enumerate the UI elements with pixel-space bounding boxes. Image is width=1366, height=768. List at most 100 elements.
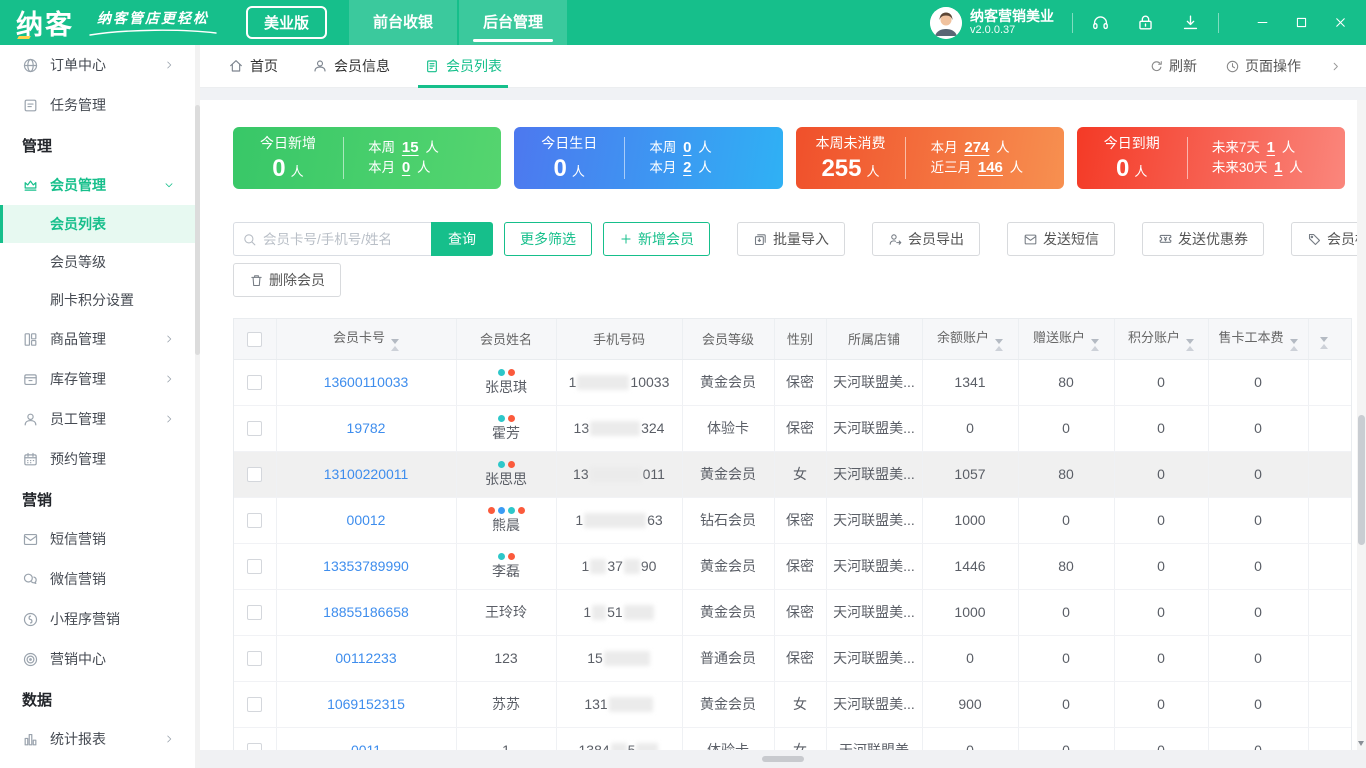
column-header-gift[interactable]: 赠送账户 — [1018, 319, 1115, 360]
column-header-points[interactable]: 积分账户 — [1114, 319, 1209, 360]
sidebar-item-staff-management[interactable]: 员工管理 — [0, 399, 200, 439]
sidebar-item-sms-marketing[interactable]: 短信营销 — [0, 519, 200, 559]
row-checkbox[interactable] — [247, 697, 263, 713]
headset-icon[interactable] — [1091, 13, 1110, 32]
sort-toggle[interactable] — [1319, 337, 1328, 350]
vertical-scrollbar-thumb[interactable] — [1358, 415, 1365, 545]
sidebar-item-inventory-management[interactable]: 库存管理 — [0, 359, 200, 399]
row-checkbox[interactable] — [247, 513, 263, 529]
member-card-link[interactable]: 1069152315 — [327, 696, 405, 712]
account-info[interactable]: 纳客营销美业 v2.0.0.37 — [930, 6, 1054, 39]
stat-card-new-today[interactable]: 今日新增 0 人本周 15 人本月 0 人 — [233, 127, 502, 189]
sidebar-item-member-management[interactable]: 会员管理 — [0, 165, 200, 205]
sidebar-item-miniprogram-marketing[interactable]: 小程序营销 — [0, 599, 200, 639]
sidebar-item-task-management[interactable]: 任务管理 — [0, 85, 200, 125]
minimize-button[interactable] — [1255, 15, 1270, 30]
member-name-block: 王玲玲 — [457, 600, 556, 625]
search-box: 查询 — [233, 222, 493, 256]
sidebar-scrollbar[interactable] — [195, 45, 200, 768]
member-tag-button[interactable]: 会员标签 — [1291, 222, 1366, 256]
delete-member-button[interactable]: 删除会员 — [233, 263, 341, 297]
more-filter-button[interactable]: 更多筛选 — [504, 222, 592, 256]
cell-balance: 1341 — [922, 359, 1019, 406]
member-card-link[interactable]: 00112233 — [335, 650, 396, 666]
stat-card-birthday-today[interactable]: 今日生日 0 人本周 0 人本月 2 人 — [514, 127, 783, 189]
download-icon[interactable] — [1181, 13, 1200, 32]
sidebar-scrollbar-thumb[interactable] — [195, 105, 200, 355]
sidebar-section-section-management: 管理 — [22, 137, 53, 155]
vertical-scrollbar[interactable] — [1357, 100, 1366, 750]
sidebar-item-appointment-management[interactable]: 预约管理 — [0, 439, 200, 479]
refresh-button[interactable]: 刷新 — [1149, 56, 1197, 76]
member-name-block: 1 — [457, 738, 556, 751]
row-checkbox[interactable] — [247, 375, 263, 391]
member-card-link[interactable]: 00012 — [347, 512, 386, 528]
sort-toggle[interactable] — [1289, 338, 1298, 351]
sort-toggle[interactable] — [1091, 338, 1099, 351]
sidebar-item-product-management[interactable]: 商品管理 — [0, 319, 200, 359]
send-coupon-button[interactable]: 发送优惠券 — [1142, 222, 1264, 256]
edition-badge[interactable]: 美业版 — [246, 6, 328, 39]
add-member-button[interactable]: 新增会员 — [603, 222, 710, 256]
cell-fee: 0 — [1208, 497, 1309, 544]
member-card-link[interactable]: 13353789990 — [323, 558, 409, 574]
search-input[interactable] — [263, 231, 423, 247]
home-icon — [228, 58, 244, 74]
sort-toggle[interactable] — [995, 338, 1003, 351]
sidebar-subitem-member-list[interactable]: 会员列表 — [0, 205, 200, 243]
member-card-link[interactable]: 13600110033 — [324, 374, 409, 390]
sort-desc-arrow — [391, 338, 399, 344]
member-export-button[interactable]: 会员导出 — [872, 222, 980, 256]
cell-fee: 0 — [1208, 727, 1309, 750]
column-header-fee[interactable]: 售卡工本费 — [1208, 319, 1309, 360]
tab-member-list[interactable]: 会员列表 — [418, 45, 508, 88]
titlebar-icons — [1091, 13, 1200, 32]
member-card-link[interactable]: 0011 — [351, 742, 381, 750]
sort-toggle[interactable] — [1186, 338, 1194, 351]
column-header-balance[interactable]: 余额账户 — [922, 319, 1019, 360]
stat-metric: 未来7天 1 人 — [1211, 139, 1296, 156]
lock-icon[interactable] — [1136, 13, 1155, 32]
row-checkbox-cell — [234, 543, 277, 590]
batch-import-button[interactable]: 批量导入 — [737, 222, 845, 256]
maximize-button[interactable] — [1294, 15, 1309, 30]
row-checkbox-cell — [234, 451, 277, 498]
sort-toggle[interactable] — [391, 338, 399, 351]
tab-home[interactable]: 首页 — [228, 45, 278, 88]
member-card-link[interactable]: 13100220011 — [324, 466, 409, 482]
member-name-block: 霍芳 — [457, 411, 556, 446]
nav-tab-front-cashier[interactable]: 前台收银 — [349, 0, 458, 45]
phone-privacy-mask — [590, 559, 607, 575]
stat-card-expire-today[interactable]: 今日到期 0 人未来7天 1 人未来30天 1 人 — [1076, 127, 1345, 189]
row-checkbox[interactable] — [247, 605, 263, 621]
horizontal-scrollbar-thumb[interactable] — [762, 756, 804, 762]
sidebar-item-order-center[interactable]: 订单中心 — [0, 45, 200, 85]
chev-right-icon — [163, 733, 175, 745]
search-button[interactable]: 查询 — [431, 222, 493, 256]
column-header-name: 会员姓名 — [456, 319, 557, 360]
cell-card-number: 19782 — [276, 405, 457, 452]
row-checkbox[interactable] — [247, 743, 263, 750]
sidebar-item-statistics-reports[interactable]: 统计报表 — [0, 719, 200, 759]
page-actions-button[interactable]: 页面操作 — [1225, 56, 1301, 76]
sidebar-item-marketing-center[interactable]: 营销中心 — [0, 639, 200, 679]
sidebar-item-wechat-marketing[interactable]: 微信营销 — [0, 559, 200, 599]
stat-card-no-consume-week[interactable]: 本周未消费 255 人 本月 274 人近三月 146 人 — [795, 127, 1064, 189]
tab-member-info[interactable]: 会员信息 — [312, 45, 390, 88]
select-all-checkbox[interactable] — [247, 331, 263, 347]
column-header-card[interactable]: 会员卡号 — [276, 319, 457, 360]
miniprogram-icon — [22, 611, 39, 628]
member-card-link[interactable]: 19782 — [347, 420, 386, 436]
row-checkbox[interactable] — [247, 467, 263, 483]
nav-tab-backend-manage[interactable]: 后台管理 — [459, 0, 568, 45]
row-checkbox[interactable] — [247, 651, 263, 667]
sidebar-subitem-member-level[interactable]: 会员等级 — [0, 243, 200, 281]
sort-asc-arrow — [391, 345, 399, 351]
sidebar-subitem-card-points-settings[interactable]: 刷卡积分设置 — [0, 281, 200, 319]
close-button[interactable] — [1333, 15, 1348, 30]
scrollbar-down-arrow[interactable] — [1358, 741, 1364, 746]
row-checkbox[interactable] — [247, 559, 263, 575]
row-checkbox[interactable] — [247, 421, 263, 437]
send-sms-button[interactable]: 发送短信 — [1007, 222, 1115, 256]
member-card-link[interactable]: 18855186658 — [323, 604, 409, 620]
